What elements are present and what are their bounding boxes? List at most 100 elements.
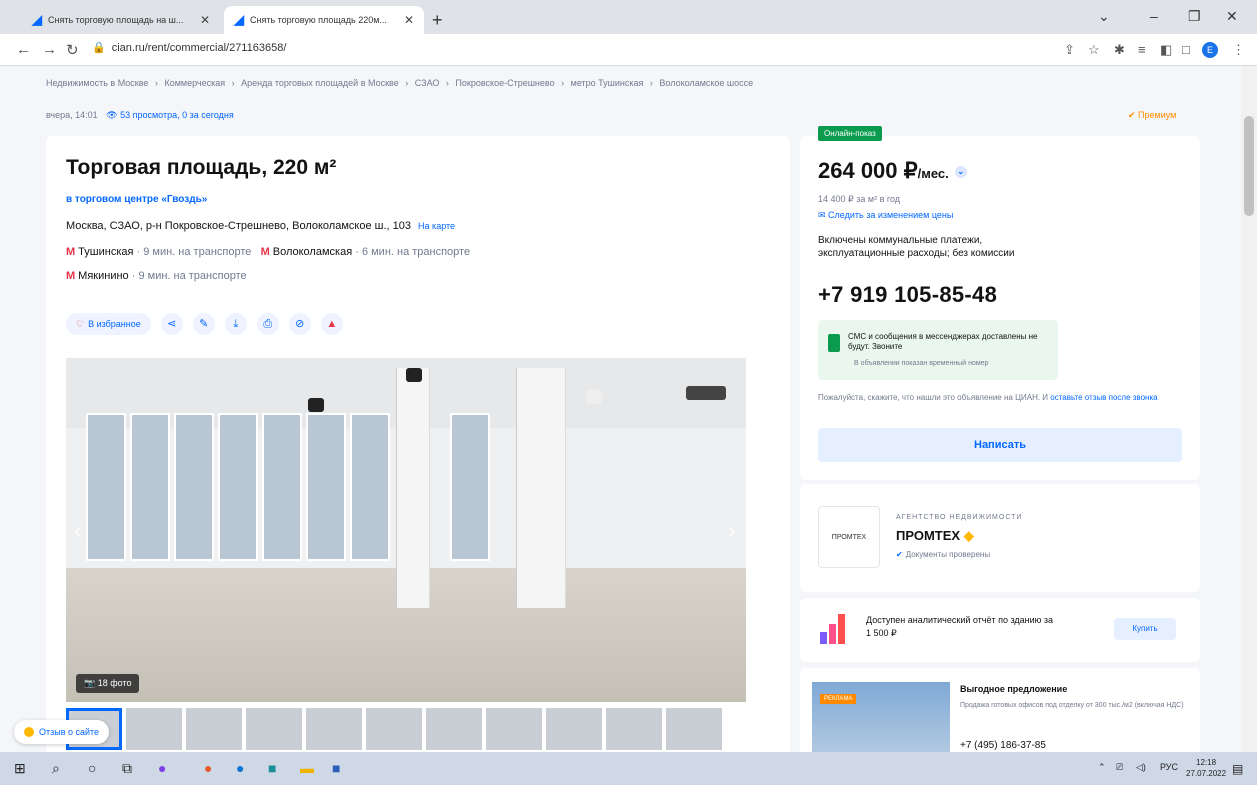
price-per-sqm: 14 400 ₽ за м² в год — [818, 194, 900, 204]
back-icon[interactable]: ← — [16, 41, 31, 58]
agency-name[interactable]: ПРОМТЕХ ◆ — [896, 528, 974, 544]
photo-prev-icon[interactable]: ‹ — [74, 518, 81, 544]
photo-thumbnail[interactable] — [306, 708, 362, 750]
reload-icon[interactable]: ↻ — [66, 41, 79, 59]
profile-avatar[interactable]: E — [1202, 42, 1218, 58]
search-icon[interactable]: ⌕ — [52, 760, 60, 777]
photo-thumbnail[interactable] — [366, 708, 422, 750]
new-tab-button[interactable]: + — [432, 10, 443, 31]
print-icon[interactable]: ⎙ — [256, 313, 279, 335]
app-icon[interactable]: ● — [158, 760, 166, 776]
photo-window — [350, 413, 390, 561]
browser-tab[interactable]: ◢ Снять торговую площадь на ш... ✕ — [22, 6, 220, 34]
price: 264 000 ₽/мес. ⌄ — [818, 158, 967, 184]
breadcrumb-link[interactable]: Волоколамское шоссе — [659, 78, 753, 88]
offer-card[interactable]: РЕКЛАМА Выгодное предложение Продажа гот… — [800, 668, 1200, 752]
photo-thumbnail[interactable] — [666, 708, 722, 750]
photo-thumbnail[interactable] — [606, 708, 662, 750]
cortana-icon[interactable]: ○ — [88, 760, 96, 776]
network-icon[interactable]: ⎚ — [1116, 762, 1123, 773]
maximize-button[interactable]: ❐ — [1188, 8, 1201, 25]
close-tab-icon[interactable]: ✕ — [404, 13, 414, 27]
download-icon[interactable]: ⤓ — [224, 313, 247, 335]
agency-card[interactable]: ПРОМТЕХ АГЕНТСТВО НЕДВИЖИМОСТИ ПРОМТЕХ ◆… — [800, 484, 1200, 592]
photo-thumbnail[interactable] — [186, 708, 242, 750]
mall-link[interactable]: в торговом центре «Гвоздь» — [66, 194, 207, 205]
word-icon[interactable]: ■ — [332, 760, 340, 776]
map-link[interactable]: На карте — [418, 221, 455, 231]
breadcrumb-link[interactable]: Коммерческая — [164, 78, 225, 88]
notifications-icon[interactable]: ▤ — [1232, 762, 1243, 776]
task-view-icon[interactable]: ⧉ — [122, 760, 132, 777]
offer-title[interactable]: Выгодное предложение — [960, 684, 1067, 694]
minimize-button[interactable]: – — [1150, 8, 1158, 24]
close-window-button[interactable]: ✕ — [1226, 8, 1238, 25]
photo-thumbnail[interactable] — [246, 708, 302, 750]
breadcrumb-link[interactable]: СЗАО — [415, 78, 440, 88]
store-icon[interactable]: ■ — [268, 760, 276, 776]
edge-icon[interactable]: ● — [236, 760, 244, 776]
address-bar: ← → ↻ 🔒 cian.ru/rent/commercial/271163658… — [0, 34, 1257, 66]
scrollbar[interactable] — [1241, 66, 1257, 752]
photo-window — [306, 413, 346, 561]
photo-column — [396, 368, 430, 608]
chevron-down-icon[interactable]: ⌄ — [954, 166, 967, 179]
metro-station[interactable]: Мякинино — [78, 270, 129, 282]
tray-up-icon[interactable]: ⌃ — [1098, 762, 1106, 773]
offer-image[interactable]: РЕКЛАМА — [812, 682, 950, 752]
photo-next-icon[interactable]: › — [728, 518, 735, 544]
feedback-button[interactable]: Отзыв о сайте — [14, 720, 110, 744]
main-photo[interactable]: ‹ › 📷 18 фото — [66, 358, 746, 702]
forward-icon[interactable]: → — [42, 41, 57, 58]
breadcrumb-separator: › — [154, 78, 158, 88]
menu-icon[interactable]: ⋮ — [1232, 42, 1245, 58]
photo-lamp — [406, 368, 422, 382]
photo-thumbnails — [66, 708, 722, 750]
clock[interactable]: 12:18 27.07.2022 — [1186, 757, 1226, 779]
views-link[interactable]: 👁 53 просмотра, 0 за сегодня — [106, 110, 234, 120]
photo-thumbnail[interactable] — [546, 708, 602, 750]
report-icon[interactable]: ▲ — [320, 313, 343, 335]
buy-report-button[interactable]: Купить — [1114, 618, 1176, 640]
breadcrumb-link[interactable]: метро Тушинская — [571, 78, 644, 88]
share-icon[interactable]: ⋖ — [160, 313, 183, 335]
page-title: Торговая площадь, 220 м² — [66, 156, 337, 179]
side-panel-icon[interactable]: □ — [1182, 42, 1190, 57]
share-icon[interactable]: ⇪ — [1064, 42, 1075, 58]
favorite-button[interactable]: ♡ В избранное — [66, 313, 151, 335]
tab-search-icon[interactable]: ⌄ — [1098, 8, 1110, 25]
language-indicator[interactable]: РУС — [1160, 762, 1178, 772]
browser-tab-active[interactable]: ◢ Снять торговую площадь 220м... ✕ — [224, 6, 424, 34]
explorer-icon[interactable]: ▬ — [300, 760, 314, 776]
bookmark-star-icon[interactable]: ☆ — [1088, 42, 1100, 58]
breadcrumb-separator: › — [405, 78, 409, 88]
offer-phone[interactable]: +7 (495) 186-37-85 — [960, 740, 1046, 751]
write-button[interactable]: Написать — [818, 428, 1182, 462]
edit-icon[interactable]: ✎ — [192, 313, 215, 335]
phone-number[interactable]: +7 919 105-85-48 — [818, 282, 997, 308]
volume-icon[interactable]: ◁) — [1136, 762, 1146, 773]
windows-start-icon[interactable]: ⊞ — [14, 760, 26, 777]
breadcrumb-separator: › — [445, 78, 449, 88]
browser-app-icon[interactable]: ● — [204, 760, 212, 776]
scrollbar-thumb[interactable] — [1244, 116, 1254, 216]
photo-thumbnail[interactable] — [126, 708, 182, 750]
photo-count-badge[interactable]: 📷 18 фото — [76, 674, 140, 693]
metro-station[interactable]: Волоколамская — [273, 246, 352, 258]
photo-thumbnail[interactable] — [426, 708, 482, 750]
reading-list-icon[interactable]: ≡ — [1138, 42, 1146, 57]
breadcrumb-link[interactable]: Покровское-Стрешнево — [455, 78, 554, 88]
close-tab-icon[interactable]: ✕ — [200, 13, 210, 27]
breadcrumb-link[interactable]: Недвижимость в Москве — [46, 78, 148, 88]
side-panel-icon[interactable]: ◧ — [1160, 42, 1172, 58]
hide-icon[interactable]: ⊘ — [288, 313, 311, 335]
url-field[interactable]: 🔒 cian.ru/rent/commercial/271163658/ — [92, 41, 286, 54]
leave-review-link[interactable]: оставьте отзыв после звонка — [1050, 393, 1157, 402]
cian-favicon-icon: ◢ — [32, 12, 42, 27]
metro-station[interactable]: Тушинская — [78, 246, 133, 258]
breadcrumb-link[interactable]: Аренда торговых площадей в Москве — [241, 78, 399, 88]
extensions-icon[interactable]: ✱ — [1114, 42, 1125, 58]
photo-thumbnail[interactable] — [486, 708, 542, 750]
follow-price-link[interactable]: ✉ Следить за изменением цены — [818, 210, 953, 221]
listing-actions: ♡ В избранное ⋖ ✎ ⤓ ⎙ ⊘ ▲ — [66, 312, 343, 336]
